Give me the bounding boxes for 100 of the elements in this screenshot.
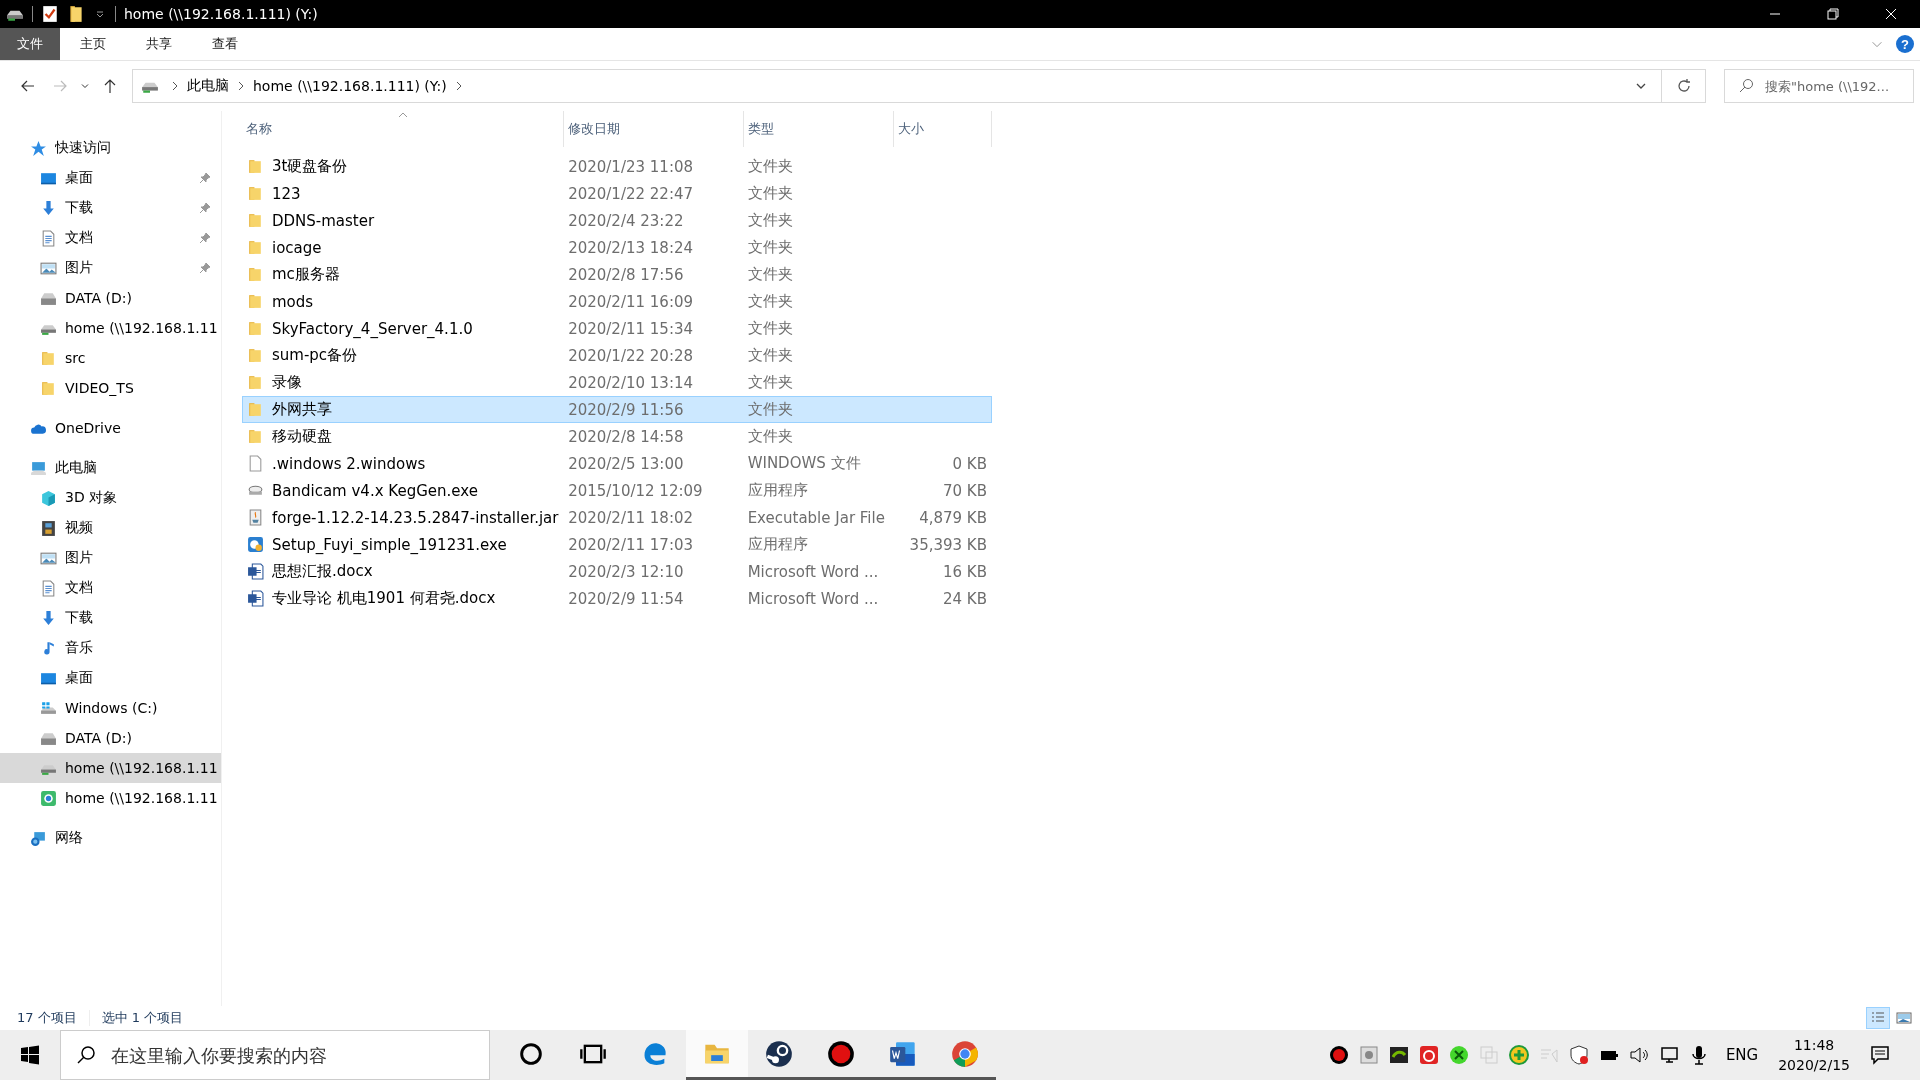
caret-icon[interactable] bbox=[95, 9, 105, 19]
column-header[interactable]: 类型 bbox=[744, 111, 894, 147]
nav-item[interactable]: 桌面 bbox=[0, 663, 221, 693]
nav-item[interactable]: 下载 bbox=[0, 603, 221, 633]
column-header[interactable]: 修改日期 bbox=[564, 111, 744, 147]
language-indicator[interactable]: ENG bbox=[1725, 1046, 1759, 1064]
file-row[interactable]: .windows 2.windows 2020/2/5 13:00 WINDOWS 文件 0 KB bbox=[242, 450, 992, 477]
nav-item[interactable]: 3D 对象 bbox=[0, 483, 221, 513]
word-icon bbox=[889, 1039, 917, 1068]
nav-item[interactable]: 此电脑 bbox=[0, 453, 221, 483]
clock[interactable]: 11:48 2020/2/15 bbox=[1778, 1035, 1850, 1075]
file-row[interactable]: Setup_Fuyi_simple_191231.exe 2020/2/11 17:03 应用程序 35,393 KB bbox=[242, 531, 992, 558]
ribbon-tab[interactable]: 主页 bbox=[60, 28, 126, 60]
file-row[interactable]: Bandicam v4.x KegGen.exe 2015/10/12 12:09 应用程序 70 KB bbox=[242, 477, 992, 504]
column-header[interactable]: 名称 bbox=[242, 111, 564, 147]
record-icon[interactable] bbox=[1328, 1045, 1349, 1065]
file-name: Setup_Fuyi_simple_191231.exe bbox=[272, 535, 507, 554]
search-field[interactable]: 搜索"home (\\192... bbox=[1724, 69, 1914, 103]
properties-icon[interactable] bbox=[41, 5, 59, 23]
breadcrumb[interactable]: 此电脑 bbox=[187, 77, 229, 95]
file-row[interactable]: 思想汇报.docx 2020/2/3 12:10 Microsoft Word ... 16 KB bbox=[242, 558, 992, 585]
back-arrow-icon[interactable] bbox=[20, 78, 36, 94]
file-row[interactable]: 专业导论 机电1901 何君尧.docx 2020/2/9 11:54 Microsoft Word ... 24 KB bbox=[242, 585, 992, 612]
nav-item[interactable]: 图片 bbox=[0, 253, 221, 283]
nav-item[interactable]: home (\\192.168.1.11 bbox=[0, 753, 221, 783]
nav-item[interactable]: Windows (C:) bbox=[0, 693, 221, 723]
shield-icon[interactable] bbox=[1568, 1045, 1589, 1065]
file-row[interactable]: 录像 2020/2/10 13:14 文件夹 bbox=[242, 369, 992, 396]
file-row[interactable]: DDNS-master 2020/2/4 23:22 文件夹 bbox=[242, 207, 992, 234]
ribbon-tab[interactable]: 共享 bbox=[126, 28, 192, 60]
speaker-icon[interactable] bbox=[1628, 1045, 1649, 1065]
file-row[interactable]: sum-pc备份 2020/1/22 20:28 文件夹 bbox=[242, 342, 992, 369]
file-row[interactable]: 123 2020/1/22 22:47 文件夹 bbox=[242, 180, 992, 207]
nav-item[interactable]: VIDEO_TS bbox=[0, 373, 221, 403]
taskbar-app[interactable] bbox=[686, 1030, 748, 1080]
file-row[interactable]: 3t硬盘备份 2020/1/23 11:08 文件夹 bbox=[242, 153, 992, 180]
up-arrow-icon[interactable] bbox=[102, 78, 118, 94]
table-cell: 2020/1/22 20:28 bbox=[568, 346, 694, 365]
file-row[interactable]: forge-1.12.2-14.23.5.2847-installer.jar 2020/2/11 18:02 Executable Jar File 4,879 KB bbox=[242, 504, 992, 531]
file-name: .windows 2.windows bbox=[272, 454, 426, 473]
folder-icon bbox=[247, 158, 264, 175]
chevron-right-icon[interactable] bbox=[454, 81, 463, 91]
nav-item[interactable]: 音乐 bbox=[0, 633, 221, 663]
address-bar[interactable]: 此电脑 home (\\192.168.1.111) (Y:) bbox=[132, 69, 1662, 103]
table-cell: 文件夹 bbox=[747, 184, 793, 203]
table-cell: 2020/2/3 12:10 bbox=[568, 562, 684, 581]
folder-icon bbox=[247, 266, 264, 283]
file-name: mods bbox=[272, 292, 314, 311]
nav-item[interactable]: 视频 bbox=[0, 513, 221, 543]
nav-item[interactable]: OneDrive bbox=[0, 413, 221, 443]
film-icon bbox=[40, 519, 57, 537]
file-row[interactable]: mc服务器 2020/2/8 17:56 文件夹 bbox=[242, 261, 992, 288]
music-app-icon[interactable] bbox=[1418, 1045, 1439, 1065]
file-row[interactable]: mods 2020/2/11 16:09 文件夹 bbox=[242, 288, 992, 315]
folder-icon[interactable] bbox=[67, 5, 85, 23]
file-row[interactable]: 外网共享 2020/2/9 11:56 文件夹 bbox=[242, 396, 992, 423]
nav-item[interactable]: 文档 bbox=[0, 573, 221, 603]
star-icon bbox=[30, 139, 47, 157]
graphics-card-icon[interactable] bbox=[1388, 1045, 1409, 1065]
file-name: sum-pc备份 bbox=[272, 346, 358, 365]
folder-icon bbox=[40, 379, 57, 397]
nav-item[interactable]: home (\\192.168.1.11 bbox=[0, 313, 221, 343]
nav-item[interactable]: 网络 bbox=[0, 823, 221, 853]
nav-item[interactable]: DATA (D:) bbox=[0, 283, 221, 313]
nav-item[interactable]: 下载 bbox=[0, 193, 221, 223]
table-cell: 2020/2/11 17:03 bbox=[568, 535, 694, 554]
pin-icon[interactable] bbox=[199, 172, 211, 184]
table-cell: 2020/2/13 18:24 bbox=[568, 238, 694, 257]
file-row[interactable]: iocage 2020/2/13 18:24 文件夹 bbox=[242, 234, 992, 261]
chevron-right-icon[interactable] bbox=[237, 81, 245, 91]
nav-item[interactable]: 图片 bbox=[0, 543, 221, 573]
pin-icon[interactable] bbox=[199, 202, 211, 214]
nav-item[interactable]: DATA (D:) bbox=[0, 723, 221, 753]
file-row[interactable]: SkyFactory_4_Server_4.1.0 2020/2/11 15:34 文件夹 bbox=[242, 315, 992, 342]
search-icon bbox=[76, 1045, 96, 1065]
notification-icon[interactable] bbox=[1870, 1045, 1890, 1065]
taskbar-search-field[interactable]: 在这里输入你要搜索的内容 bbox=[60, 1030, 490, 1080]
breadcrumb[interactable]: home (\\192.168.1.111) (Y:) bbox=[253, 78, 447, 94]
plus-circle-icon[interactable] bbox=[1508, 1045, 1529, 1065]
nav-item[interactable]: 快速访问 bbox=[0, 133, 221, 163]
table-cell: 2020/1/23 11:08 bbox=[568, 157, 694, 176]
ribbon-tab[interactable]: 查看 bbox=[192, 28, 258, 60]
file-row[interactable]: 移动硬盘 2020/2/8 14:58 文件夹 bbox=[242, 423, 992, 450]
table-cell: WINDOWS 文件 bbox=[747, 454, 861, 473]
column-header[interactable]: 大小 bbox=[894, 111, 992, 147]
monitor-icon[interactable] bbox=[1658, 1045, 1679, 1065]
steam-icon bbox=[765, 1039, 793, 1068]
chevron-right-icon[interactable] bbox=[171, 81, 179, 91]
pin-icon[interactable] bbox=[199, 262, 211, 274]
file-name: 录像 bbox=[272, 373, 302, 392]
cube-icon bbox=[40, 489, 57, 507]
pin-icon[interactable] bbox=[199, 232, 211, 244]
nav-item[interactable]: home (\\192.168.1.11 bbox=[0, 783, 221, 813]
nav-item[interactable]: 文档 bbox=[0, 223, 221, 253]
ribbon-tab[interactable]: 文件 bbox=[0, 28, 60, 60]
table-cell: 2020/2/9 11:54 bbox=[568, 589, 684, 608]
refresh-button[interactable] bbox=[1662, 69, 1706, 103]
help-button[interactable]: ? bbox=[1896, 35, 1914, 53]
nav-item[interactable]: src bbox=[0, 343, 221, 373]
nav-item[interactable]: 桌面 bbox=[0, 163, 221, 193]
